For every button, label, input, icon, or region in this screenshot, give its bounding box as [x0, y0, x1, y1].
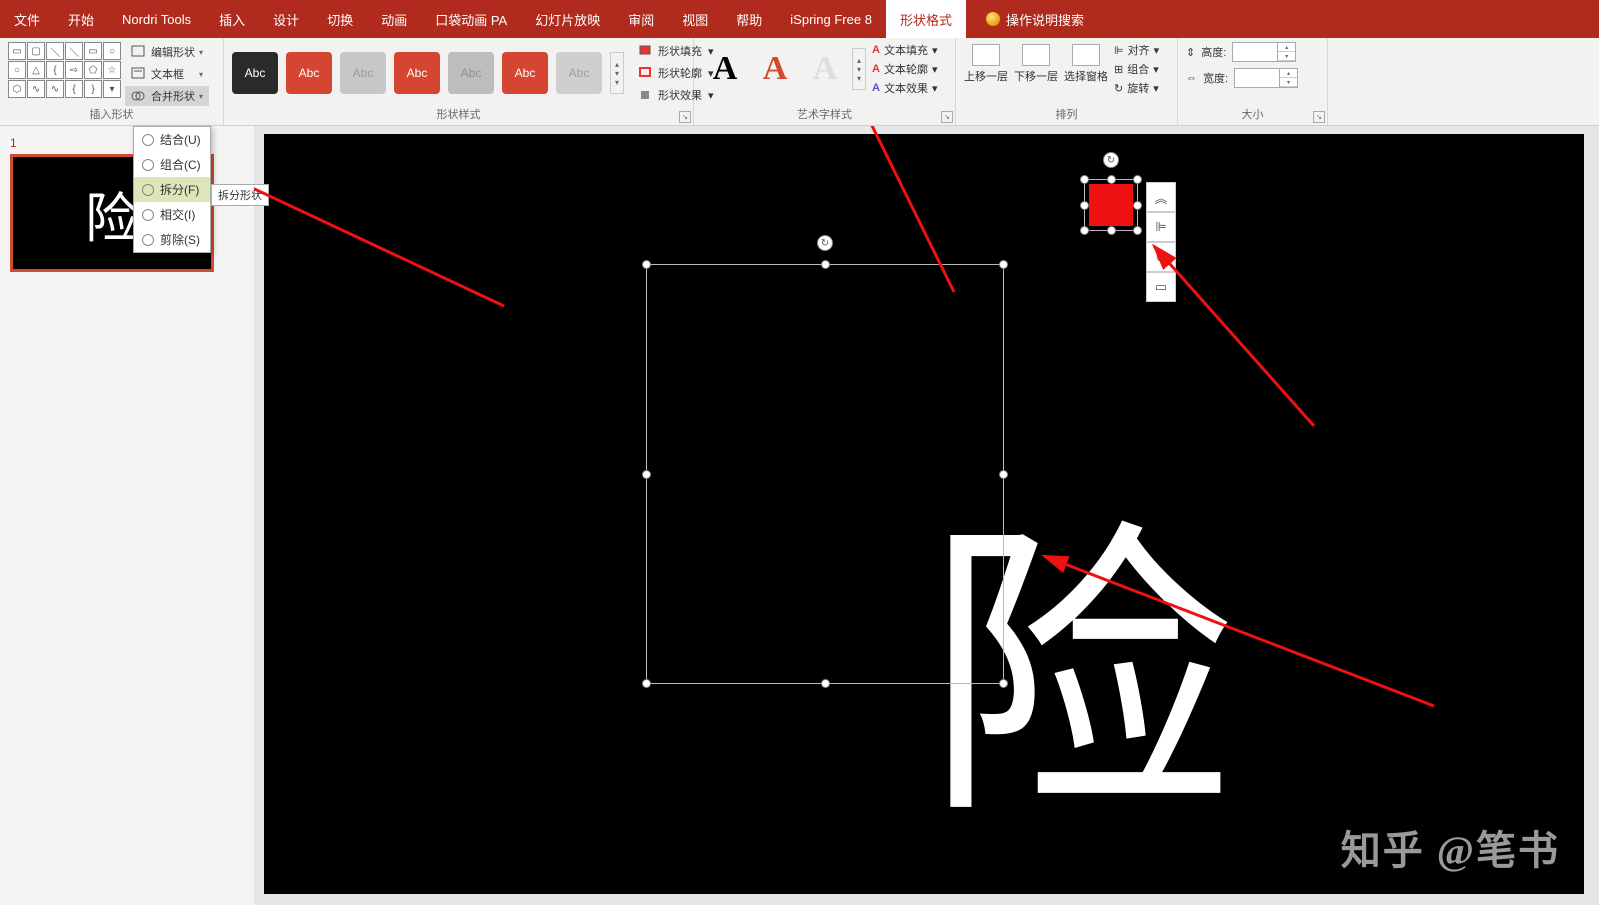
send-backward-button[interactable]: 下移一层 — [1014, 42, 1058, 86]
edit-shape-button[interactable]: 编辑形状▾ — [125, 42, 209, 62]
search-label: 操作说明搜索 — [1006, 10, 1084, 29]
wordart-more-button[interactable]: ▴▾▾ — [852, 48, 866, 90]
width-row: ⇔宽度: ▴▾ — [1186, 68, 1298, 88]
tab-home[interactable]: 开始 — [54, 0, 108, 38]
group-label-size: 大小 — [1186, 106, 1319, 123]
watermark: 知乎 @笔书 — [1341, 818, 1560, 876]
text-selection-box[interactable] — [646, 264, 1004, 684]
bulb-icon — [986, 12, 1000, 26]
tool-more-icon[interactable]: ▭ — [1146, 272, 1176, 302]
merge-combine[interactable]: 组合(C) — [134, 152, 210, 177]
tab-view[interactable]: 视图 — [668, 0, 722, 38]
style-swatch-4[interactable]: Abc — [394, 52, 440, 94]
thumbnail-panel: 1 险 — [0, 126, 254, 905]
group-wordart: A A A ▴▾▾ A文本填充▾ A文本轮廓▾ A文本效果▾ 艺术字样式 ↘ — [694, 38, 956, 125]
height-spinner[interactable]: ▴▾ — [1232, 42, 1296, 62]
tab-help[interactable]: 帮助 — [722, 0, 776, 38]
group-arrange: 上移一层 下移一层 选择窗格 ⊫对齐▾ ⊞组合▾ ↻旋转▾ 排列 — [956, 38, 1178, 125]
wordart-1[interactable]: A — [702, 44, 748, 94]
tab-search[interactable]: 操作说明搜索 — [972, 0, 1098, 38]
wordart-2[interactable]: A — [752, 44, 798, 94]
merge-shapes-menu: 结合(U) 组合(C) 拆分(F) 相交(I) 剪除(S) — [133, 126, 211, 253]
height-label: 高度: — [1201, 44, 1226, 60]
wordart-3[interactable]: A — [802, 44, 848, 94]
tooltip-fragment: 拆分形状 — [211, 184, 269, 206]
style-swatch-7[interactable]: Abc — [556, 52, 602, 94]
tab-slideshow[interactable]: 幻灯片放映 — [521, 0, 614, 38]
style-swatch-1[interactable]: Abc — [232, 52, 278, 94]
text-box-button[interactable]: 文本框▾ — [125, 64, 209, 84]
thumb-number: 1 — [10, 136, 17, 150]
height-input[interactable] — [1233, 43, 1277, 61]
height-row: ⇕高度: ▴▾ — [1186, 42, 1298, 62]
dialog-launcher-size[interactable]: ↘ — [1313, 111, 1325, 123]
text-effects-button[interactable]: A文本效果▾ — [872, 80, 937, 96]
tab-nordri[interactable]: Nordri Tools — [108, 0, 205, 38]
tab-format[interactable]: 形状格式 — [886, 0, 966, 38]
tab-transition[interactable]: 切换 — [313, 0, 367, 38]
merge-fragment[interactable]: 拆分(F) — [134, 177, 210, 202]
merge-shapes-button[interactable]: 合并形状▾ — [125, 86, 209, 106]
merge-union[interactable]: 结合(U) — [134, 127, 210, 152]
merge-subtract[interactable]: 剪除(S) — [134, 227, 210, 252]
rotation-handle-square[interactable] — [1103, 152, 1119, 168]
group-label-shape-styles: 形状样式 — [232, 106, 685, 123]
shape-gallery[interactable]: ▭▢＼＼▭○ ○△{⇨⬠☆ ⬡∿∿{}▾ — [8, 42, 121, 98]
dialog-launcher-wordart[interactable]: ↘ — [941, 111, 953, 123]
style-swatch-2[interactable]: Abc — [286, 52, 332, 94]
tab-insert[interactable]: 插入 — [205, 0, 259, 38]
tool-collapse-icon[interactable]: ︽ — [1146, 182, 1176, 212]
dialog-launcher-styles[interactable]: ↘ — [679, 111, 691, 123]
wordart-gallery[interactable]: A A A ▴▾▾ — [702, 44, 866, 94]
width-label: 宽度: — [1203, 70, 1228, 86]
selection-pane-button[interactable]: 选择窗格 — [1064, 42, 1108, 86]
group-button[interactable]: ⊞组合▾ — [1114, 61, 1159, 77]
rotate-button[interactable]: ↻旋转▾ — [1114, 80, 1159, 96]
canvas-area[interactable]: 险 ︽ ⊫ ⧉ ▭ — [254, 126, 1599, 905]
group-label-insert-shape: 插入形状 — [8, 106, 215, 123]
slide[interactable]: 险 ︽ ⊫ ⧉ ▭ — [264, 134, 1584, 894]
tab-animation[interactable]: 动画 — [367, 0, 421, 38]
tab-pocket[interactable]: 口袋动画 PA — [421, 0, 521, 38]
width-spinner[interactable]: ▴▾ — [1234, 68, 1298, 88]
workspace: 1 险 险 ︽ — [0, 126, 1599, 905]
style-swatch-6[interactable]: Abc — [502, 52, 548, 94]
tab-ispring[interactable]: iSpring Free 8 — [776, 0, 886, 38]
style-swatch-3[interactable]: Abc — [340, 52, 386, 94]
style-more-button[interactable]: ▴▾▾ — [610, 52, 624, 94]
tool-duplicate-icon[interactable]: ⧉ — [1146, 242, 1176, 272]
text-outline-button[interactable]: A文本轮廓▾ — [872, 61, 937, 77]
group-label-wordart: 艺术字样式 — [702, 106, 947, 123]
text-fill-button[interactable]: A文本填充▾ — [872, 42, 937, 58]
tool-align-icon[interactable]: ⊫ — [1146, 212, 1176, 242]
ribbon: ▭▢＼＼▭○ ○△{⇨⬠☆ ⬡∿∿{}▾ 编辑形状▾ 文本框▾ 合并形状▾ 插入… — [0, 38, 1599, 126]
merge-intersect[interactable]: 相交(I) — [134, 202, 210, 227]
bring-forward-button[interactable]: 上移一层 — [964, 42, 1008, 86]
group-shape-styles: Abc Abc Abc Abc Abc Abc Abc ▴▾▾ 形状填充 ▾ 形… — [224, 38, 694, 125]
tab-bar: 文件 开始 Nordri Tools 插入 设计 切换 动画 口袋动画 PA 幻… — [0, 0, 1599, 38]
tab-file[interactable]: 文件 — [0, 0, 54, 38]
width-input[interactable] — [1235, 69, 1279, 87]
floating-toolbar: ︽ ⊫ ⧉ ▭ — [1146, 182, 1176, 302]
style-swatch-5[interactable]: Abc — [448, 52, 494, 94]
group-size: ⇕高度: ▴▾ ⇔宽度: ▴▾ 大小 ↘ — [1178, 38, 1328, 125]
tab-design[interactable]: 设计 — [259, 0, 313, 38]
tab-review[interactable]: 审阅 — [614, 0, 668, 38]
align-button[interactable]: ⊫对齐▾ — [1114, 42, 1159, 58]
shape-style-gallery[interactable]: Abc Abc Abc Abc Abc Abc Abc ▴▾▾ — [232, 52, 624, 94]
group-insert-shape: ▭▢＼＼▭○ ○△{⇨⬠☆ ⬡∿∿{}▾ 编辑形状▾ 文本框▾ 合并形状▾ 插入… — [0, 38, 224, 125]
square-selection-box[interactable] — [1084, 179, 1138, 231]
group-label-arrange: 排列 — [964, 106, 1169, 123]
rotation-handle-text[interactable] — [817, 235, 833, 251]
